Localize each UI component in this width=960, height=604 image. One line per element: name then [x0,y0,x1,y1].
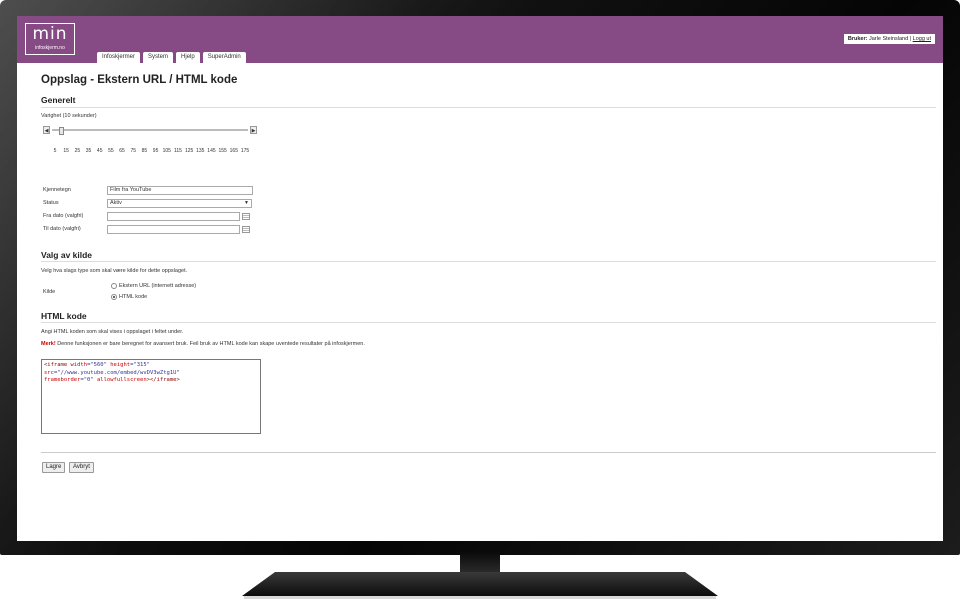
tab-hjelp[interactable]: Hjelp [176,52,200,63]
chevron-down-icon: ▼ [244,200,249,206]
source-label: Kilde [43,289,56,295]
slider-tick-label: 155 [218,148,227,154]
slider-tick-label: 25 [74,148,81,154]
option-html-code-label[interactable]: HTML kode [119,294,147,300]
code-value: ="//www.youtube.com/embed/wvDV3wZtg1U" [53,369,180,376]
cancel-button[interactable]: Avbryt [69,462,94,473]
to-date-input[interactable] [107,225,240,234]
slider-tick-label: 145 [207,148,216,154]
slider-tick-label: 105 [162,148,171,154]
code-tag: iframe [156,377,177,383]
slider-tick-label: 115 [173,148,182,154]
code-value: ="560" [87,362,107,368]
save-button[interactable]: Lagre [42,462,66,473]
code-attr: src [44,369,54,376]
code-value: ="0" [80,377,94,383]
logo-text: min [32,24,68,44]
user-name: Jarle Steinsland [869,36,909,42]
divider [41,107,936,108]
warning-bold: Merk! [41,341,56,347]
from-date-label: Fra dato (valgfri) [43,213,84,219]
html-code-textarea[interactable]: <iframe width="560" height="315" src="//… [41,359,261,434]
status-value: Aktiv [110,200,122,206]
separator: | [909,36,912,42]
name-label: Kjennetegn [43,187,71,193]
slider-thumb[interactable] [59,127,65,135]
slider-tick-label: 175 [240,148,250,154]
html-warning: Merk! Denne funksjonen er bare beregnet … [41,341,365,347]
tab-infoskjermer[interactable]: Infoskjermer [97,52,141,63]
to-date-label: Til dato (valgfri) [43,226,81,232]
page-title: Oppslag - Ekstern URL / HTML kode [41,74,238,86]
section-html-heading: HTML kode [41,311,87,321]
divider [41,322,936,323]
slider-tick-label: 75 [130,148,137,154]
status-select[interactable]: Aktiv ▼ [107,199,252,208]
calendar-icon[interactable] [242,213,250,220]
slider-tick-label: 15 [63,148,69,154]
from-date-input[interactable] [107,212,240,221]
slider-tick-label: 65 [119,148,125,154]
code-attr: allowfullscreen [97,377,147,383]
screen: min infoskjerm.no Bruker: Jarle Steinsla… [17,16,943,541]
divider [41,261,936,262]
code-tag: <iframe [44,362,68,368]
slider-tick-labels: 5 15 25 35 45 55 65 75 85 95 105 115 125 135 145 155 165… [53,148,250,156]
monitor-stand [242,552,718,599]
slider-tick-label: 135 [196,148,205,154]
slider-tick-label: 35 [85,148,92,154]
tab-system[interactable]: System [143,52,174,63]
code-attr: width [70,362,88,368]
slider-tick-label: 125 [184,148,194,154]
status-label: Status [43,200,59,206]
duration-slider[interactable]: ◀ ▶ [43,126,257,135]
html-description: Angi HTML koden som skal vises i oppslag… [41,329,184,335]
user-label: Bruker: [847,36,868,42]
section-source-heading: Valg av kilde [41,250,93,260]
code-value: ="315" [130,362,150,368]
slider-right-arrow-icon[interactable]: ▶ [250,126,257,134]
section-general-heading: Generelt [41,95,76,105]
slider-left-arrow-icon[interactable]: ◀ [43,126,50,134]
slider-tick-label: 5 [53,148,57,154]
app-logo[interactable]: min infoskjerm.no [25,23,75,55]
slider-tick-label: 95 [152,148,159,154]
warning-text: Denne funksjonen er bare beregnet for av… [57,341,365,347]
tab-superadmin[interactable]: SuperAdmin [202,52,246,63]
code-tag: > [176,377,180,383]
user-info: Bruker: Jarle Steinsland | Logg ut [843,34,935,44]
code-tag: ></ [146,377,157,383]
logo-subtext: infoskjerm.no [35,45,65,51]
slider-track[interactable] [52,127,248,135]
duration-label: Varighet (10 sekunder) [41,113,97,119]
radio-external-url[interactable] [111,283,117,289]
main-tabs: Infoskjermer System Hjelp SuperAdmin [97,52,249,63]
slider-tick-label: 55 [108,148,114,154]
header-bar: min infoskjerm.no Bruker: Jarle Steinsla… [17,16,943,63]
monitor-bezel: min infoskjerm.no Bruker: Jarle Steinsla… [0,0,960,555]
name-input[interactable]: Film fra YouTube [107,186,253,195]
divider [41,452,936,453]
slider-tick-label: 85 [141,148,148,154]
calendar-icon[interactable] [242,226,250,233]
slider-tick-label: 165 [229,148,238,154]
code-attr: height [110,362,131,368]
radio-html-code[interactable] [111,294,117,300]
option-external-url-label[interactable]: Ekstern URL (internett adresse) [119,283,196,289]
code-attr: frameborder [44,377,81,383]
source-description: Velg hva slags type som skal være kilde … [41,268,188,274]
logout-link[interactable]: Logg ut [913,36,931,42]
slider-tick-label: 45 [96,148,103,154]
